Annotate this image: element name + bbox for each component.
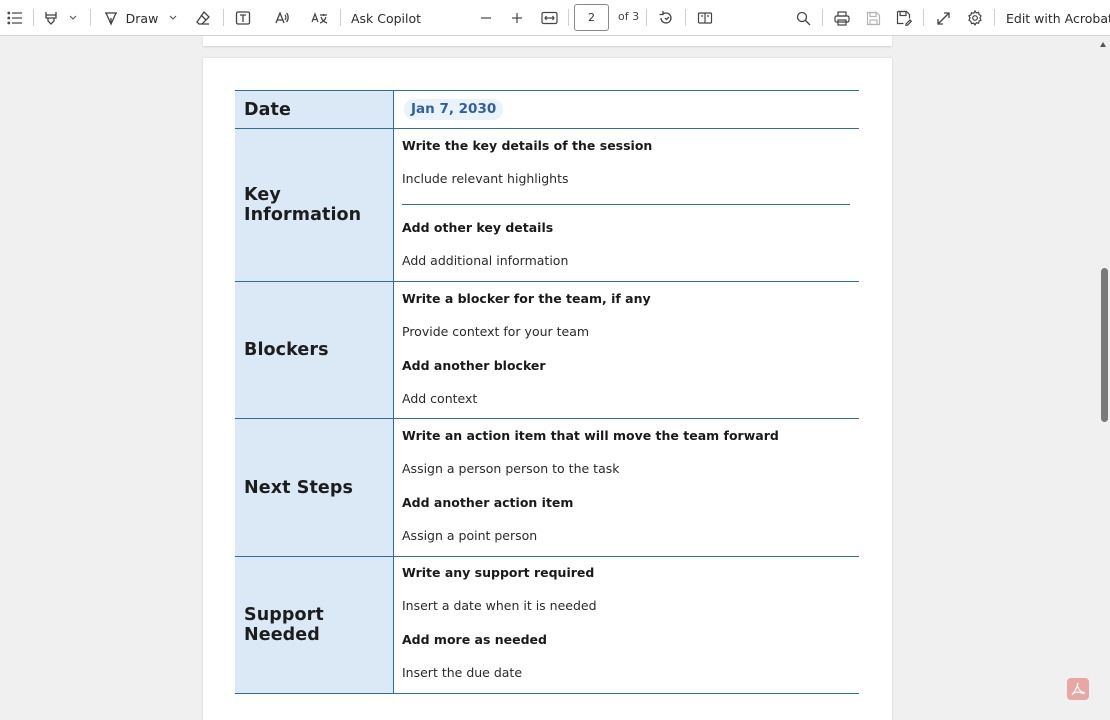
- previous-page: [203, 36, 892, 46]
- divider: [402, 204, 850, 205]
- table-row-blockers: Blockers Write a blocker for the team, i…: [235, 282, 859, 419]
- content-line: Write an action item that will move the …: [402, 428, 779, 443]
- meeting-notes-table: Date Jan 7, 2030 Key Information Write t…: [235, 90, 859, 694]
- row-heading: Date: [244, 99, 291, 120]
- zoom-in-icon[interactable]: [508, 4, 526, 32]
- content-line: Write a blocker for the team, if any: [402, 291, 651, 306]
- table-row-support-needed: Support Needed Write any support require…: [235, 557, 859, 694]
- contents-icon[interactable]: [4, 4, 26, 32]
- edit-with-acrobat-button[interactable]: Edit with Acrobat: [1006, 4, 1110, 32]
- row-heading: Next Steps: [244, 477, 354, 498]
- row-heading-cell: Key Information: [235, 129, 394, 281]
- content-line: Write the key details of the session: [402, 138, 653, 153]
- ask-copilot-button[interactable]: Ask Copilot: [351, 4, 421, 32]
- content-line: Add another blocker: [402, 358, 546, 373]
- content-line: Add another action item: [402, 495, 574, 510]
- settings-icon[interactable]: [964, 4, 986, 32]
- table-row-key-information: Key Information Write the key details of…: [235, 129, 859, 282]
- rotate-icon[interactable]: [655, 4, 677, 32]
- text-box-icon[interactable]: [232, 4, 254, 32]
- row-heading-cell: Support Needed: [235, 557, 394, 693]
- draw-dropdown-chevron-down-icon[interactable]: [166, 4, 180, 32]
- eraser-icon[interactable]: [192, 4, 214, 32]
- row-content-cell: Write an action item that will move the …: [394, 419, 859, 556]
- draw-button[interactable]: Draw: [126, 4, 159, 32]
- search-icon[interactable]: [792, 4, 814, 32]
- row-heading-cell: Blockers: [235, 282, 394, 418]
- content-line: Assign a point person: [402, 528, 538, 543]
- content-line: Provide context for your team: [402, 324, 590, 339]
- content-line: Add other key details: [402, 220, 554, 235]
- translate-icon[interactable]: [308, 4, 332, 32]
- row-content-cell: Write the key details of the session Inc…: [394, 129, 859, 281]
- zoom-out-icon[interactable]: [477, 4, 495, 32]
- row-content-cell: Write a blocker for the team, if any Pro…: [394, 282, 859, 418]
- content-line: Write any support required: [402, 565, 595, 580]
- content-line: Insert the due date: [402, 665, 523, 680]
- acrobat-logo-icon[interactable]: [1067, 678, 1089, 700]
- content-line: Add context: [402, 391, 478, 406]
- save-as-icon[interactable]: [893, 4, 915, 32]
- row-heading: Support Needed: [244, 605, 324, 645]
- highlight-dropdown-chevron-down-icon[interactable]: [66, 4, 80, 32]
- content-line: Assign a person person to the task: [402, 461, 620, 476]
- scroll-up-arrow-icon[interactable]: [1100, 42, 1106, 47]
- save-icon[interactable]: [862, 4, 884, 32]
- content-line: Add additional information: [402, 253, 569, 268]
- fit-page-icon[interactable]: [538, 4, 560, 32]
- row-content-cell: Write any support required Insert a date…: [394, 557, 859, 693]
- row-content-cell: Jan 7, 2030: [394, 91, 859, 128]
- vertical-scrollbar[interactable]: [1097, 36, 1110, 720]
- page-number-input[interactable]: 2: [574, 4, 609, 31]
- document-page: Date Jan 7, 2030 Key Information Write t…: [203, 58, 892, 720]
- page-total-label: of 3: [618, 10, 640, 23]
- draw-icon[interactable]: [100, 4, 122, 32]
- scrollbar-thumb[interactable]: [1101, 268, 1108, 422]
- pdf-toolbar: Draw Ask Copilot 2 of 3 Edit with Acroba…: [0, 0, 1110, 36]
- row-heading: Key Information: [244, 185, 362, 225]
- content-line: Insert a date when it is needed: [402, 598, 597, 613]
- fullscreen-icon[interactable]: [932, 4, 954, 32]
- page-view-icon[interactable]: [694, 4, 716, 32]
- table-row-next-steps: Next Steps Write an action item that wil…: [235, 419, 859, 557]
- row-heading-cell: Date: [235, 91, 394, 128]
- print-icon[interactable]: [831, 4, 853, 32]
- content-line: Include relevant highlights: [402, 171, 569, 186]
- highlight-icon[interactable]: [40, 4, 62, 32]
- date-field[interactable]: Jan 7, 2030: [404, 99, 504, 120]
- read-aloud-icon[interactable]: [271, 4, 293, 32]
- content-line: Add more as needed: [402, 632, 547, 647]
- table-row-date: Date Jan 7, 2030: [235, 90, 859, 129]
- row-heading: Blockers: [244, 340, 329, 360]
- row-heading-cell: Next Steps: [235, 419, 394, 556]
